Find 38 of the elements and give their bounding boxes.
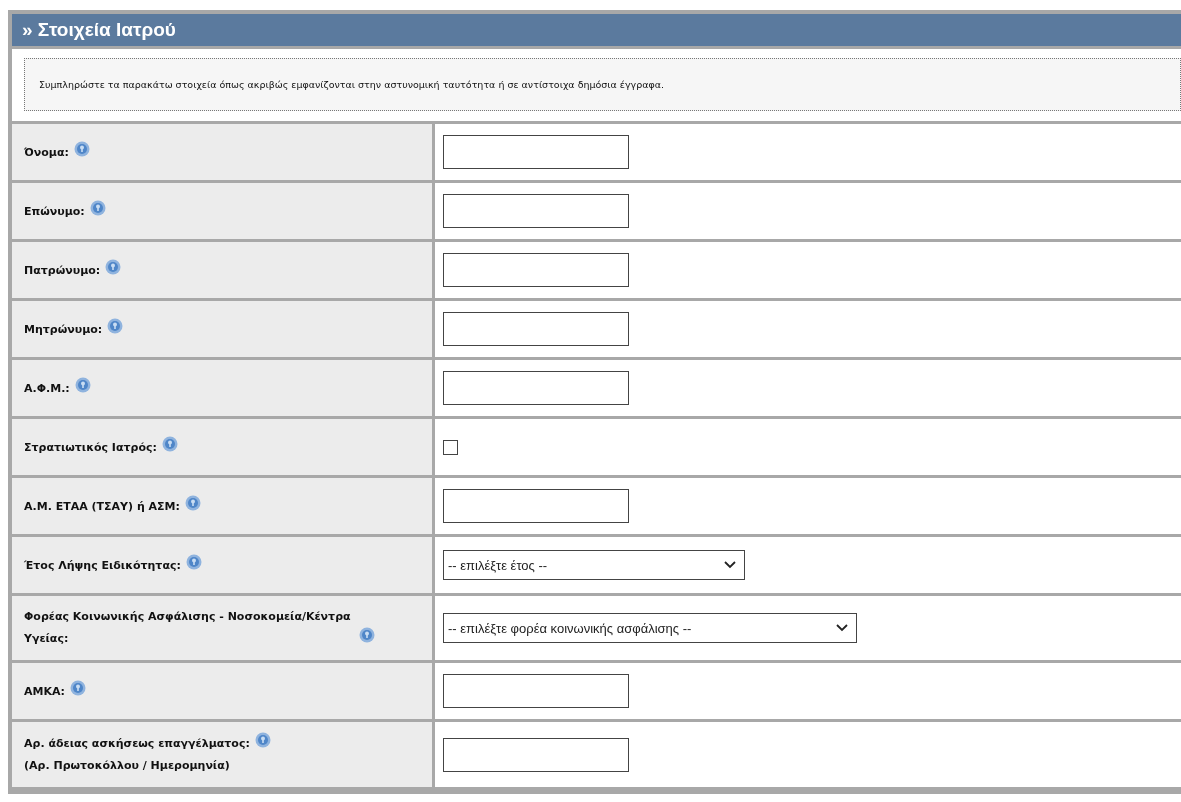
chevron-down-icon: [836, 624, 848, 632]
section-title: » Στοιχεία Ιατρού: [12, 14, 1181, 49]
text-field[interactable]: [443, 371, 629, 405]
field-label: Στρατιωτικός Ιατρός:: [24, 439, 157, 456]
field-label: Α.Μ. ΕΤΑΑ (ΤΣΑΥ) ή ΑΣΜ:: [24, 498, 180, 515]
field-label: Α.Φ.Μ.:: [24, 380, 70, 397]
field-label: Επώνυμο:: [24, 203, 85, 220]
checkbox[interactable]: [443, 439, 458, 455]
dropdown[interactable]: -- επιλέξτε φορέα κοινωνικής ασφάλισης --: [443, 613, 857, 643]
help-icon[interactable]: [359, 627, 375, 643]
field-label: ΑΜΚΑ:: [24, 683, 65, 700]
help-icon[interactable]: [69, 679, 86, 696]
text-field[interactable]: [443, 253, 629, 287]
text-field[interactable]: [443, 674, 629, 708]
text-field[interactable]: [443, 737, 629, 772]
help-icon[interactable]: [107, 317, 124, 334]
field-label: Φορέας Κοινωνικής Ασφάλισης - Νοσοκομεία/Κέντρα Υγείας:: [24, 609, 352, 647]
help-icon[interactable]: [184, 494, 201, 511]
help-icon[interactable]: [89, 199, 106, 216]
help-icon[interactable]: [161, 435, 178, 452]
text-field[interactable]: [443, 135, 629, 169]
help-icon[interactable]: [74, 376, 91, 393]
field-label: Μητρώνυμο:: [24, 321, 103, 338]
help-icon[interactable]: [185, 553, 202, 570]
field-label: Έτος Λήψης Ειδικότητας:: [24, 557, 181, 574]
text-field[interactable]: [443, 312, 629, 346]
chevron-down-icon: [724, 561, 736, 569]
field-label: Όνομα:: [24, 144, 69, 161]
text-field[interactable]: [443, 194, 629, 228]
help-icon[interactable]: [73, 140, 90, 157]
field-label: Αρ. άδειας ασκήσεως επαγγέλματος:: [24, 736, 250, 752]
field-sublabel: (Αρ. Πρωτοκόλλου / Ημερομηνία): [24, 758, 231, 774]
dropdown[interactable]: -- επιλέξτε έτος --: [443, 550, 745, 580]
help-icon[interactable]: [254, 732, 271, 748]
instruction-note: Συμπληρώστε τα παρακάτω στοιχεία όπως ακριβώς εμφανίζονται στην αστυνομική ταυτότητα ή σε αντίστοιχα δημόσια έγγραφα.: [24, 58, 1181, 111]
field-label: Πατρώνυμο:: [24, 262, 101, 279]
help-icon[interactable]: [105, 258, 122, 275]
text-field[interactable]: [443, 489, 629, 523]
